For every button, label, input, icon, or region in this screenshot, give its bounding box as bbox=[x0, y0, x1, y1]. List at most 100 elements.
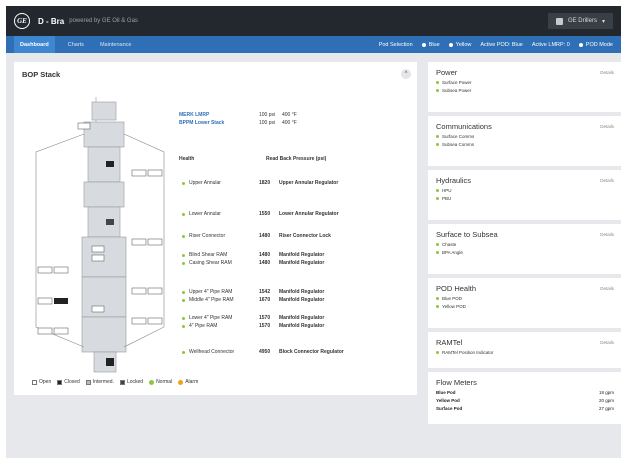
details-button[interactable]: Details bbox=[600, 124, 614, 129]
component-row-lower-annular[interactable]: Lower Annular 1550 Lower Annular Regulator bbox=[182, 211, 339, 217]
wellpress-value-lmrp-temp: 400 °F bbox=[282, 112, 297, 118]
tab-charts[interactable]: Charts bbox=[65, 36, 87, 53]
wellpress-label-lower: BPPM Lower Stack bbox=[179, 120, 225, 126]
status-dot-icon bbox=[182, 253, 185, 257]
alarm-dot-icon bbox=[178, 379, 184, 385]
pod-selection: Pod Selection bbox=[378, 41, 413, 48]
card-title: Flow Meters bbox=[436, 378, 477, 387]
legend-open: Open bbox=[32, 379, 51, 385]
card-title: Communications bbox=[436, 122, 492, 131]
active-lmrp: Active LMRP: 0 bbox=[531, 41, 570, 48]
pod-yellow-option[interactable]: Yellow bbox=[448, 42, 471, 48]
legend-closed: Closed bbox=[57, 379, 80, 385]
component-row-riser-connector[interactable]: Riser Connector 1480 Riser Connector Lock bbox=[182, 233, 331, 239]
status-sidebar: Power Details Surface Power Subsea Power… bbox=[428, 62, 621, 428]
list-item: Subsea Comms bbox=[436, 142, 614, 147]
locked-swatch-icon bbox=[119, 379, 125, 385]
card-title: Power bbox=[436, 68, 458, 77]
list-item: HPU bbox=[436, 188, 614, 193]
status-dot-icon bbox=[182, 350, 185, 354]
user-name: GE Drillers bbox=[567, 18, 597, 24]
panel-title: BOP Stack bbox=[22, 70, 61, 79]
status-dot-icon bbox=[182, 298, 185, 302]
flow-row: Surface Pod 27 gpm bbox=[436, 406, 614, 411]
card-pod-health: POD Health Details Blue POD Yellow POD bbox=[428, 278, 621, 328]
card-title: RAMTel bbox=[436, 338, 463, 347]
status-dot-icon bbox=[182, 234, 185, 238]
status-dot-icon bbox=[436, 89, 439, 92]
status-dot-icon bbox=[436, 297, 439, 300]
read-back-header: Read Back Pressure (psi) bbox=[266, 156, 327, 162]
list-item: BPA Angle bbox=[436, 250, 614, 255]
status-dot-icon bbox=[436, 351, 439, 354]
pod-blue-option[interactable]: Blue bbox=[421, 42, 440, 48]
status-dot-icon bbox=[436, 197, 439, 200]
list-item: Surface Power bbox=[436, 80, 614, 85]
list-item: RAMTel Position Indicator bbox=[436, 350, 614, 355]
status-dot-icon bbox=[182, 261, 185, 265]
closed-swatch-icon bbox=[57, 379, 63, 385]
wellpress-value-lower-psi: 100 psi bbox=[259, 120, 276, 126]
user-icon bbox=[555, 17, 563, 25]
status-dot-icon bbox=[436, 305, 439, 308]
list-item: Blue POD bbox=[436, 296, 614, 301]
intermed-swatch-icon bbox=[85, 379, 91, 385]
legend-locked: Locked bbox=[119, 379, 143, 385]
mode-dot-icon bbox=[578, 42, 583, 47]
card-flow-meters: Flow Meters Blue Pod 18 gpm Yellow Pod 20 … bbox=[428, 372, 621, 424]
app-window: GE D - Bra powered by GE Oil & Gas GE Dr… bbox=[6, 6, 621, 458]
status-dot-icon bbox=[436, 243, 439, 246]
card-communications: Communications Details Surface Comms Sub… bbox=[428, 116, 621, 166]
chevron-down-icon: ▾ bbox=[601, 18, 605, 25]
status-dot-icon bbox=[182, 290, 185, 294]
details-button[interactable]: Details bbox=[600, 178, 614, 183]
list-item: Subsea Power bbox=[436, 88, 614, 93]
brand-subtitle: powered by GE Oil & Gas bbox=[69, 18, 138, 24]
legend-intermed: Intermed. bbox=[85, 379, 114, 385]
status-dot-icon bbox=[436, 81, 439, 84]
wellpress-value-lower-temp: 400 °F bbox=[282, 120, 297, 126]
open-swatch-icon bbox=[32, 379, 37, 385]
nav-bar: Dashboard Charts Maintenance Pod Selecti… bbox=[6, 36, 621, 53]
details-button[interactable]: Details bbox=[600, 286, 614, 291]
card-title: Surface to Subsea bbox=[436, 230, 498, 239]
tab-dashboard[interactable]: Dashboard bbox=[14, 36, 55, 53]
card-power: Power Details Surface Power Subsea Power bbox=[428, 62, 621, 112]
wellpress-value-lmrp-psi: 100 psi bbox=[259, 112, 276, 118]
active-pod: Active POD: Blue bbox=[480, 41, 523, 48]
component-row-blind-shear-ram[interactable]: Blind Shear RAM 1480 Manifold Regulator bbox=[182, 252, 324, 258]
details-button[interactable]: Details bbox=[600, 70, 614, 75]
component-row-wellhead-connector[interactable]: Wellhead Connector 4950 Block Connector Re… bbox=[182, 349, 344, 355]
status-dot-icon bbox=[182, 324, 185, 328]
blue-dot-icon bbox=[421, 42, 426, 47]
status-dot-icon bbox=[436, 251, 439, 254]
list-item: Chaste bbox=[436, 242, 614, 247]
pod-mode: POD Mode bbox=[578, 42, 613, 48]
normal-dot-icon bbox=[149, 379, 155, 385]
component-row-middle-pipe-ram[interactable]: Middle 4" Pipe RAM 1670 Manifold Regulator bbox=[182, 297, 324, 303]
bop-stack-panel: BOP Stack ^ MERK LMRP 100 psi 400 °F BPP… bbox=[14, 62, 417, 395]
tab-maintenance[interactable]: Maintenance bbox=[97, 36, 135, 53]
health-header: Health bbox=[179, 156, 195, 162]
ge-logo: GE bbox=[14, 13, 30, 29]
user-menu[interactable]: GE Drillers ▾ bbox=[547, 13, 613, 29]
card-hydraulics: Hydraulics Details HPU PBU bbox=[428, 170, 621, 220]
collapse-button[interactable]: ^ bbox=[401, 69, 411, 79]
component-row-upper-annular[interactable]: Upper Annular 1820 Upper Annular Regulator bbox=[182, 180, 338, 186]
flow-row: Yellow Pod 20 gpm bbox=[436, 398, 614, 403]
list-item: Surface Comms bbox=[436, 134, 614, 139]
legend-alarm: Alarm bbox=[178, 379, 198, 385]
component-row-lower-pipe-ram[interactable]: Lower 4" Pipe RAM 1570 Manifold Regulator bbox=[182, 315, 324, 321]
details-button[interactable]: Details bbox=[600, 232, 614, 237]
status-dot-icon bbox=[182, 316, 185, 320]
wellpress-label-lmrp: MERK LMRP bbox=[179, 112, 210, 118]
details-button[interactable]: Details bbox=[600, 340, 614, 345]
component-row-upper-pipe-ram[interactable]: Upper 4" Pipe RAM 1542 Manifold Regulator bbox=[182, 289, 324, 295]
status-dot-icon bbox=[436, 189, 439, 192]
card-title: POD Health bbox=[436, 284, 477, 293]
top-bar: GE D - Bra powered by GE Oil & Gas GE Dr… bbox=[6, 6, 621, 36]
component-row-casing-shear-ram[interactable]: Casing Shear RAM 1480 Manifold Regulator bbox=[182, 260, 324, 266]
state-legend: Open Closed Intermed. Locked Normal Alar… bbox=[32, 379, 198, 385]
component-row-pipe-ram[interactable]: 4" Pipe RAM 1570 Manifold Regulator bbox=[182, 323, 324, 329]
status-strip: Pod Selection Blue Yellow Active POD: Bl… bbox=[379, 42, 613, 48]
